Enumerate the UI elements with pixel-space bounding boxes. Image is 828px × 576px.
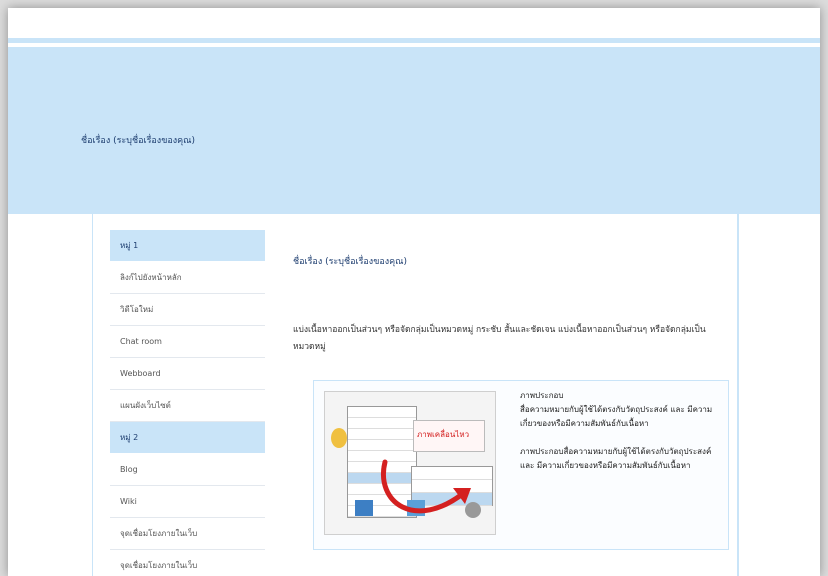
sidebar-group-heading-1: หมู่ 1 bbox=[110, 230, 265, 261]
sidebar-item-internal-link-1[interactable]: จุดเชื่อมโยงภายในเว็บ bbox=[110, 518, 265, 550]
figure-text-body-2: ภาพประกอบสื่อความหมายกับผู้ใช้ได้ตรงกับว… bbox=[520, 447, 712, 470]
curved-arrow-icon bbox=[381, 459, 471, 514]
figure-text-block-1: ภาพประกอบ สื่อความหมายกับผู้ใช้ได้ตรงกับ… bbox=[520, 389, 720, 431]
sidebar-item-chat-room[interactable]: Chat room bbox=[110, 326, 265, 358]
body-area: หมู่ 1 ลิงก์ไปยังหน้าหลัก วิดีโอใหม่ Cha… bbox=[92, 214, 739, 576]
sidebar-item-webboard[interactable]: Webboard bbox=[110, 358, 265, 390]
content-description: แบ่งเนื้อหาออกเป็นส่วนๆ หรือจัดกลุ่มเป็น… bbox=[293, 325, 706, 352]
top-strip bbox=[8, 8, 820, 38]
figure-text-heading: ภาพประกอบ bbox=[520, 391, 564, 400]
page-screenshot: ชื่อเรื่อง (ระบุชื่อเรื่องของคุณ) หมู่ 1… bbox=[8, 8, 820, 576]
figure-text: ภาพประกอบ สื่อความหมายกับผู้ใช้ได้ตรงกับ… bbox=[520, 389, 720, 487]
right-border bbox=[737, 214, 738, 576]
site-header: ชื่อเรื่อง (ระบุชื่อเรื่องของคุณ) bbox=[8, 47, 820, 214]
screenshot-thumbnail[interactable]: ภาพเคลื่อนไหว bbox=[324, 391, 496, 535]
sidebar-group-heading-2: หมู่ 2 bbox=[110, 422, 265, 453]
sidebar-item-internal-link-2[interactable]: จุดเชื่อมโยงภายในเว็บ bbox=[110, 550, 265, 576]
sidebar-item-home[interactable]: ลิงก์ไปยังหน้าหลัก bbox=[110, 262, 265, 294]
sidebar-item-videos[interactable]: วิดีโอใหม่ bbox=[110, 294, 265, 326]
sidebar-item-sitemap[interactable]: แผนผังเว็บไซต์ bbox=[110, 390, 265, 422]
sidebar-item-wiki[interactable]: Wiki bbox=[110, 486, 265, 518]
figure-text-body: สื่อความหมายกับผู้ใช้ได้ตรงกับวัตถุประสง… bbox=[520, 405, 713, 428]
sidebar-item-blog[interactable]: Blog bbox=[110, 454, 265, 486]
site-title[interactable]: ชื่อเรื่อง (ระบุชื่อเรื่องของคุณ) bbox=[81, 133, 195, 147]
sidebar-nav: หมู่ 1 ลิงก์ไปยังหน้าหลัก วิดีโอใหม่ Cha… bbox=[110, 230, 265, 576]
content-title: ชื่อเรื่อง (ระบุชื่อเรื่องของคุณ) bbox=[293, 257, 408, 267]
main-content: ชื่อเรื่อง (ระบุชื่อเรื่องของคุณ) แบ่งเน… bbox=[293, 234, 729, 550]
figure-text-block-2: ภาพประกอบสื่อความหมายกับผู้ใช้ได้ตรงกับว… bbox=[520, 445, 720, 473]
figure-box: ภาพเคลื่อนไหว ภาพประกอบ สื่อความหมายกับผ… bbox=[313, 380, 729, 550]
